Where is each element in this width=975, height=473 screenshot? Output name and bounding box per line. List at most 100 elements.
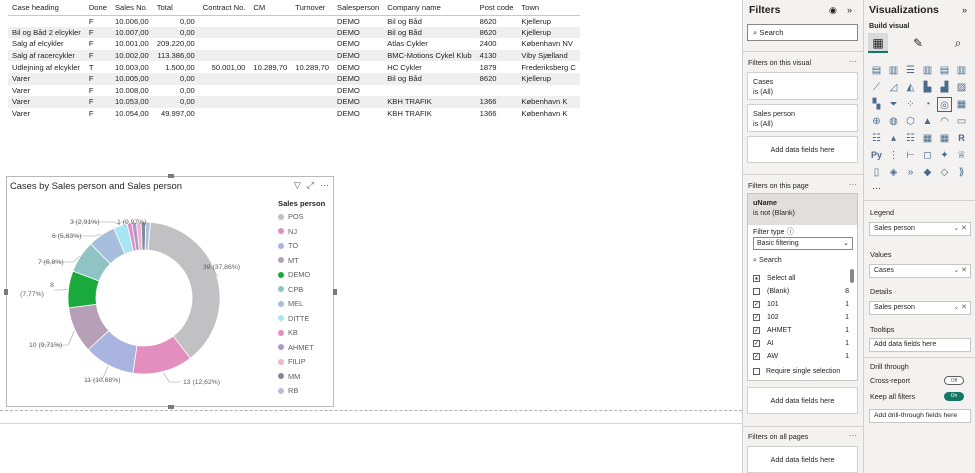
donut-slice-pos[interactable] — [147, 221, 221, 359]
legend-item[interactable]: CPB — [278, 285, 303, 294]
filled-map-visual-icon[interactable]: ◍ — [886, 114, 901, 129]
table-visual[interactable]: Case heading Done Sales No. Total Contract N… — [8, 0, 608, 119]
filter-values-search[interactable]: ⌕ Search — [753, 255, 782, 265]
build-visual-tab-icon[interactable]: ▦ — [868, 33, 888, 53]
details-well-field[interactable]: Sales person ⌄ ✕ — [869, 301, 971, 315]
filter-card-sales-person[interactable]: Sales person is (All) — [747, 104, 858, 132]
require-single-selection[interactable]: Require single selection — [753, 368, 840, 375]
checkbox[interactable]: ✓ — [753, 301, 760, 308]
legend-item[interactable]: DEMO — [278, 270, 310, 279]
table-row[interactable]: F 10.006,00 0,00 DEMO Bil og Båd 8620 Kjelleru… — [8, 15, 580, 27]
stacked-column-visual-icon[interactable]: ▥ — [886, 63, 901, 78]
pie-visual-icon[interactable]: ◔ — [920, 97, 935, 112]
field-controls-icon[interactable]: ⌄ ✕ — [953, 223, 967, 235]
donut-chart-visual[interactable]: Cases by Sales person and Sales person ▽… — [4, 174, 337, 409]
column-header[interactable]: Sales No. — [110, 0, 153, 16]
cross-report-toggle[interactable]: Off — [944, 376, 964, 385]
checkbox[interactable]: ✓ — [753, 353, 760, 360]
analytics-tab-icon[interactable]: ⌕ — [948, 33, 968, 53]
resize-handle-right[interactable] — [333, 289, 337, 295]
checkbox[interactable]: ✓ — [753, 327, 760, 334]
eye-icon[interactable]: ◉ — [829, 5, 837, 16]
qa-visual-icon[interactable]: ◻ — [920, 148, 935, 163]
slicer-visual-icon[interactable]: ☷ — [903, 131, 918, 146]
column-header[interactable]: Town — [517, 0, 580, 16]
shape-map-visual-icon[interactable]: ⬡ — [903, 114, 918, 129]
resize-handle-bottom[interactable] — [168, 405, 174, 409]
tooltips-add-field[interactable]: Add data fields here — [869, 338, 971, 352]
stacked-bar-visual-icon[interactable]: ▤ — [869, 63, 884, 78]
column-header[interactable]: Post code — [475, 0, 518, 16]
filter-card-cases[interactable]: Cases is (All) — [747, 72, 858, 100]
filter-value-item[interactable]: ✓ 101 1 — [753, 299, 849, 310]
table-row[interactable]: Salg af racercykler F 10.002,00 113.386,00 D… — [8, 49, 580, 62]
filter-value-item[interactable]: ✓ AI 1 — [753, 338, 849, 349]
more-b-visual-icon[interactable]: ⟫ — [954, 165, 969, 180]
column-header[interactable]: Case heading — [8, 0, 85, 16]
r-visual-visual-icon[interactable]: R — [954, 131, 969, 146]
filter-card-uname[interactable]: uName is not (Blank) Filter type ⓘ Basic… — [747, 193, 858, 381]
checkbox[interactable] — [753, 288, 760, 295]
table-row[interactable]: Varer F 10.054,00 49.997,00 DEMO KBH TRAFIK 13… — [8, 108, 580, 120]
python-visual-icon[interactable]: Py — [869, 148, 884, 163]
add-data-fields-visual[interactable]: Add data fields here — [747, 136, 858, 163]
filter-value-item[interactable]: ✓ AW 1 — [753, 351, 849, 362]
clustered-column-visual-icon[interactable]: ▥ — [920, 63, 935, 78]
decomposition-tree-visual-icon[interactable]: ⊢ — [903, 148, 918, 163]
column-header[interactable]: Total — [152, 0, 199, 16]
filter-value-item[interactable]: ✓ 102 1 — [753, 312, 849, 323]
checkbox[interactable] — [753, 368, 760, 375]
paginated-visual-icon[interactable]: ▯ — [869, 165, 884, 180]
legend-item[interactable]: DITTE — [278, 314, 309, 323]
legend-item[interactable]: TO — [278, 241, 298, 250]
key-influencers-visual-icon[interactable]: ⋮ — [886, 148, 901, 163]
keep-filters-toggle[interactable]: On — [944, 392, 964, 401]
column-header[interactable]: CM — [249, 0, 292, 16]
arcgis-visual-icon[interactable]: ◆ — [920, 165, 935, 180]
line-visual-icon[interactable]: ⟋ — [869, 80, 884, 95]
checkbox[interactable]: ✓ — [753, 340, 760, 347]
multi-card-visual-icon[interactable]: ☷ — [869, 131, 884, 146]
more-visuals-icon[interactable]: ··· — [872, 183, 881, 193]
line-column-visual-icon[interactable]: ▙ — [920, 80, 935, 95]
column-header[interactable]: Salesperson — [333, 0, 384, 16]
filters-search-input[interactable]: ⌕ Search — [747, 24, 858, 41]
scrollbar-thumb[interactable] — [850, 269, 854, 283]
area-visual-icon[interactable]: ◿ — [886, 80, 901, 95]
table-row[interactable]: Varer F 10.008,00 0,00 DEMO — [8, 85, 580, 97]
checkbox[interactable]: ✓ — [753, 314, 760, 321]
collapse-chevron-icon[interactable]: » — [847, 5, 852, 15]
clustered-bar-visual-icon[interactable]: ☰ — [903, 63, 918, 78]
power-apps-visual-icon[interactable]: ◈ — [886, 165, 901, 180]
stacked-area-visual-icon[interactable]: ◭ — [903, 80, 918, 95]
scatter-visual-icon[interactable]: ⁘ — [903, 97, 918, 112]
smart-narrative-visual-icon[interactable]: ✦ — [937, 148, 952, 163]
legend-item[interactable]: MT — [278, 256, 299, 265]
legend-item[interactable]: AHMET — [278, 343, 314, 352]
checkbox[interactable] — [753, 275, 760, 282]
format-visual-tab-icon[interactable]: ✎ — [908, 33, 928, 53]
map-visual-icon[interactable]: ⊕ — [869, 114, 884, 129]
100-bar-visual-icon[interactable]: ▤ — [937, 63, 952, 78]
column-header[interactable]: Company name — [383, 0, 476, 16]
collapse-chevron-icon[interactable]: » — [962, 5, 967, 15]
filter-value-item[interactable]: (Blank) 8 — [753, 286, 849, 297]
azure-map-visual-icon[interactable]: ▲ — [920, 114, 935, 129]
treemap-visual-icon[interactable]: ▦ — [954, 97, 969, 112]
values-well-field[interactable]: Cases ⌄ ✕ — [869, 264, 971, 278]
filter-value-item[interactable]: ✓ AHMET 1 — [753, 325, 849, 336]
drill-through-add-field[interactable]: Add drill-through fields here — [869, 409, 971, 423]
filter-value-item[interactable]: Select all — [753, 273, 849, 284]
field-controls-icon[interactable]: ⌄ ✕ — [953, 265, 967, 277]
more-options-icon[interactable]: ··· — [849, 180, 857, 189]
more-options-icon[interactable]: ··· — [849, 57, 857, 66]
legend-item[interactable]: NJ — [278, 227, 297, 236]
filter-type-dropdown[interactable]: Basic filtering ⌄ — [753, 237, 853, 250]
waterfall-visual-icon[interactable]: ▚ — [869, 97, 884, 112]
power-automate-visual-icon[interactable]: » — [903, 165, 918, 180]
column-header[interactable]: Contract No. — [198, 0, 250, 16]
filter-card-header[interactable]: uName is not (Blank) — [748, 194, 857, 225]
legend-well-field[interactable]: Sales person ⌄ ✕ — [869, 222, 971, 236]
funnel-visual-icon[interactable]: ⏷ — [886, 97, 901, 112]
donut-visual-icon[interactable]: ◎ — [937, 97, 952, 112]
